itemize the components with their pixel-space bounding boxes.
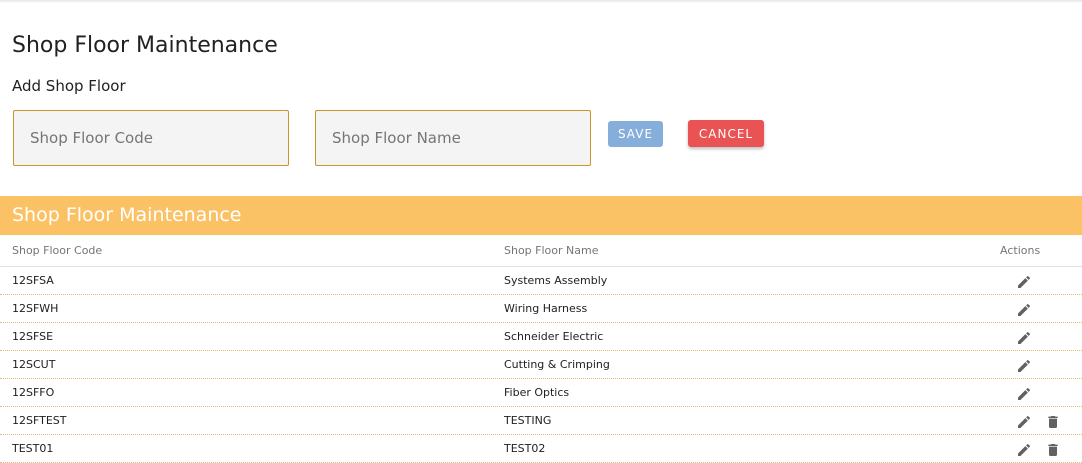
- page-title: Shop Floor Maintenance: [12, 33, 278, 58]
- table-row: 12SFFO Fiber Optics: [0, 379, 1082, 407]
- table-title: Shop Floor Maintenance: [12, 204, 242, 226]
- cell-shop-floor-name: Systems Assembly: [504, 274, 608, 287]
- cell-shop-floor-code: TEST01: [12, 442, 54, 455]
- column-header-name: Shop Floor Name: [504, 244, 599, 257]
- edit-icon[interactable]: [1016, 302, 1032, 318]
- edit-icon[interactable]: [1016, 274, 1032, 290]
- table-row: 12SFSA Systems Assembly: [0, 267, 1082, 295]
- top-shadow: [0, 0, 1082, 3]
- edit-icon[interactable]: [1016, 414, 1032, 430]
- cell-shop-floor-code: 12SFSE: [12, 330, 54, 343]
- save-button[interactable]: SAVE: [608, 121, 663, 147]
- cell-shop-floor-code: 12SFTEST: [12, 414, 67, 427]
- table-row: 12SFWH Wiring Harness: [0, 295, 1082, 323]
- cell-shop-floor-name: Cutting & Crimping: [504, 358, 610, 371]
- column-header-code: Shop Floor Code: [12, 244, 103, 257]
- cell-shop-floor-name: TESTING: [504, 414, 552, 427]
- cell-shop-floor-name: Wiring Harness: [504, 302, 588, 315]
- cell-shop-floor-code: 12SFWH: [12, 302, 59, 315]
- edit-icon[interactable]: [1016, 442, 1032, 458]
- shop-floor-code-input[interactable]: [13, 110, 289, 166]
- cell-shop-floor-name: TEST02: [504, 442, 546, 455]
- cell-shop-floor-name: Schneider Electric: [504, 330, 604, 343]
- cancel-button[interactable]: CANCEL: [688, 120, 764, 147]
- section-title: Add Shop Floor: [12, 77, 126, 95]
- table-row: 12SFSE Schneider Electric: [0, 323, 1082, 351]
- cell-shop-floor-code: 12SFFO: [12, 386, 55, 399]
- edit-icon[interactable]: [1016, 330, 1032, 346]
- shop-floor-name-input[interactable]: [315, 110, 591, 166]
- edit-icon[interactable]: [1016, 386, 1032, 402]
- column-header-actions: Actions: [1000, 244, 1041, 257]
- edit-icon[interactable]: [1016, 358, 1032, 374]
- cell-shop-floor-name: Fiber Optics: [504, 386, 570, 399]
- table-title-bar: Shop Floor Maintenance: [0, 196, 1082, 235]
- table-row: TEST01 TEST02: [0, 435, 1082, 463]
- cell-shop-floor-code: 12SFSA: [12, 274, 54, 287]
- table-body: 12SFSA Systems Assembly 12SFWH Wiring Harne…: [0, 267, 1082, 463]
- table-row: 12SCUT Cutting & Crimping: [0, 351, 1082, 379]
- table-header: Shop Floor Code Shop Floor Name Actions: [0, 236, 1082, 267]
- cell-shop-floor-code: 12SCUT: [12, 358, 56, 371]
- table-row: 12SFTEST TESTING: [0, 407, 1082, 435]
- delete-icon[interactable]: [1045, 414, 1061, 430]
- delete-icon[interactable]: [1045, 442, 1061, 458]
